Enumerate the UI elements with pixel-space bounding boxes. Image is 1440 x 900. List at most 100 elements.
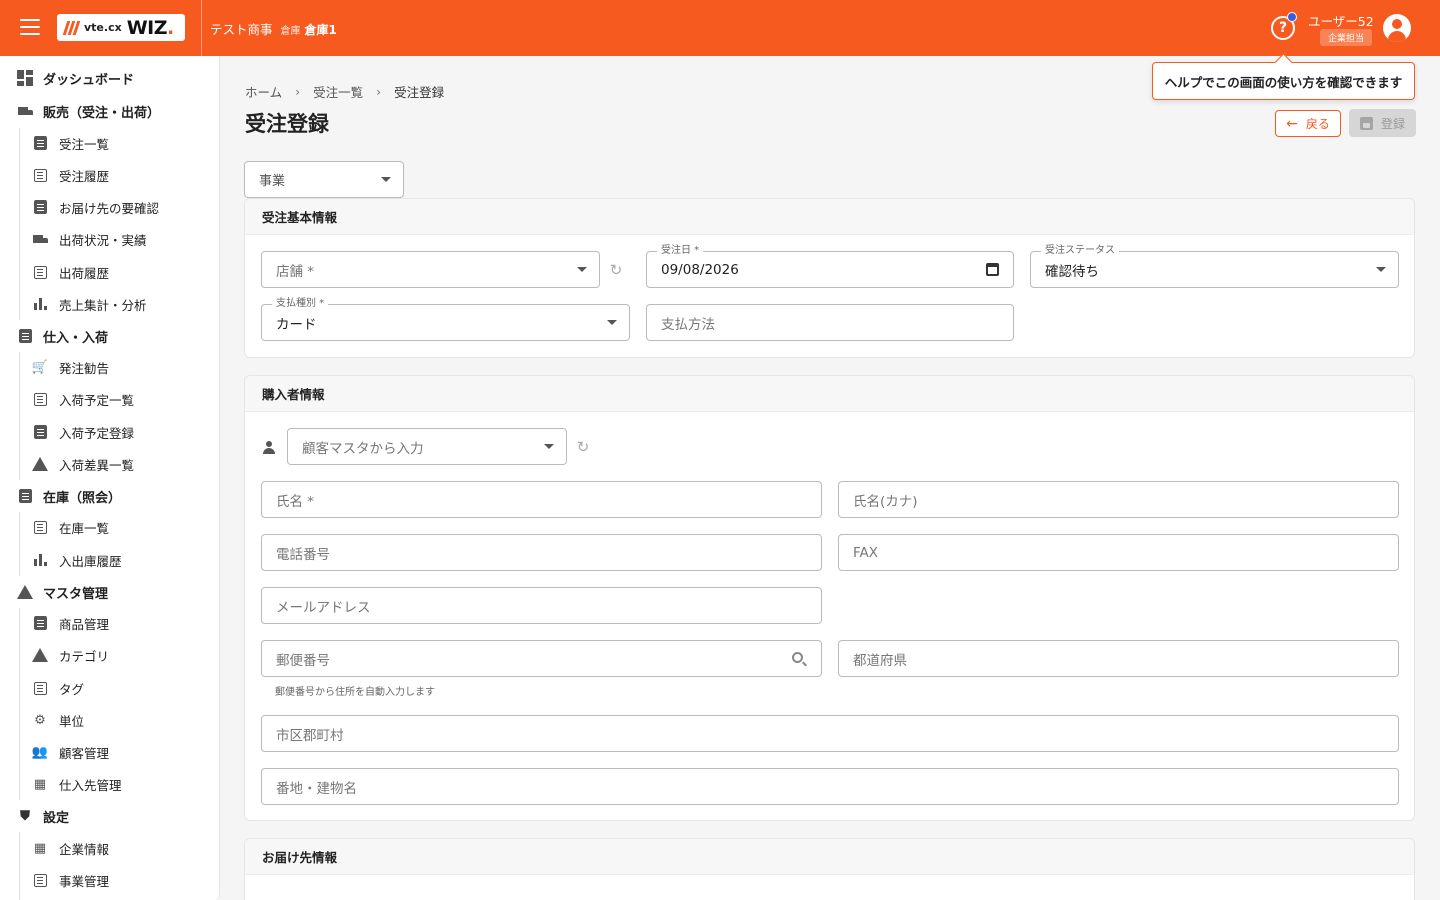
city-input[interactable]: 市区郡町村 xyxy=(261,715,1399,752)
list-icon xyxy=(32,872,48,888)
fax-input[interactable]: FAX xyxy=(838,534,1399,571)
sidebar-item-units[interactable]: ⚙ 単位 xyxy=(0,706,219,734)
sidebar-item-delivery-check[interactable]: お届け先の要確認 xyxy=(0,193,219,221)
name-input[interactable]: 氏名 * xyxy=(261,481,822,518)
menu-icon[interactable] xyxy=(20,19,40,37)
delivery-info-card: お届け先情報 xyxy=(244,838,1415,900)
payment-method-input[interactable]: 支払方法 xyxy=(646,304,1014,341)
user-name: ユーザー52 xyxy=(1308,14,1374,29)
calendar-icon[interactable] xyxy=(986,263,999,276)
section-title: 購入者情報 xyxy=(245,376,1414,412)
sidebar-item-company-info[interactable]: ▦ 企業情報 xyxy=(0,834,219,862)
sidebar-item-order-recommend[interactable]: 🛒 発注勧告 xyxy=(0,353,219,381)
breadcrumb-order-list[interactable]: 受注一覧 xyxy=(313,82,363,101)
store-select[interactable]: 店舗 * xyxy=(261,251,600,288)
address-input[interactable]: 番地・建物名 xyxy=(261,768,1399,805)
truck-icon xyxy=(32,231,48,247)
prefecture-input[interactable]: 都道府県 xyxy=(838,640,1399,677)
breadcrumb-current: 受注登録 xyxy=(394,85,445,100)
breadcrumb-separator: › xyxy=(295,84,301,99)
business-select[interactable]: 事業 xyxy=(244,161,404,198)
cart-icon: 🛒 xyxy=(31,359,49,375)
sidebar-item-shipping-history[interactable]: 出荷履歴 xyxy=(0,258,219,286)
clipboard-icon xyxy=(32,424,48,440)
checklist-icon xyxy=(32,199,48,215)
page-title: 受注登録 xyxy=(245,112,329,136)
customer-master-select[interactable]: 顧客マスタから入力 xyxy=(287,428,567,465)
sidebar-item-shipping-status[interactable]: 出荷状況・実績 xyxy=(0,225,219,253)
chevron-down-icon xyxy=(607,320,617,325)
sidebar-item-products[interactable]: 商品管理 xyxy=(0,609,219,637)
breadcrumb-home[interactable]: ホーム xyxy=(245,82,282,101)
sidebar-group-inventory[interactable]: 在庫（照会） xyxy=(0,482,219,510)
sidebar-group-settings[interactable]: ⛊ 設定 xyxy=(0,802,219,830)
truck-icon xyxy=(17,103,33,119)
account-avatar-icon[interactable] xyxy=(1383,14,1411,42)
warehouse-name: 倉庫1 xyxy=(304,23,337,37)
sidebar-item-sales-analysis[interactable]: 売上集計・分析 xyxy=(0,290,219,318)
building-icon: ▦ xyxy=(33,840,47,856)
sidebar-item-tags[interactable]: タグ xyxy=(0,674,219,702)
sidebar-item-customers[interactable]: 👥 顧客管理 xyxy=(0,738,219,766)
list-icon xyxy=(32,391,48,407)
refresh-icon[interactable]: ↻ xyxy=(608,261,624,279)
phone-input[interactable]: 電話番号 xyxy=(261,534,822,571)
sidebar: ダッシュボード 販売（受注・出荷） 受注一覧 受注履歴 お届け先の要確認 出荷状… xyxy=(0,56,220,900)
zip-helper-text: 郵便番号から住所を自動入力します xyxy=(275,687,435,698)
sidebar-group-master[interactable]: マスタ管理 xyxy=(0,578,219,606)
sidebar-item-category[interactable]: カテゴリ xyxy=(0,641,219,669)
sidebar-item-business-management[interactable]: 事業管理 xyxy=(0,866,219,894)
register-button[interactable]: 登録 xyxy=(1349,109,1416,137)
user-role-badge: 企業担当 xyxy=(1320,29,1373,46)
order-date-input[interactable]: 受注日 * 09/08/2026 xyxy=(646,245,1014,288)
email-input[interactable]: メールアドレス xyxy=(261,587,822,624)
refresh-icon[interactable]: ↻ xyxy=(575,438,591,456)
breadcrumb-separator: › xyxy=(376,84,382,99)
sidebar-item-arrival-list[interactable]: 入荷予定一覧 xyxy=(0,385,219,413)
help-notification-dot xyxy=(1287,12,1297,22)
order-status-select[interactable]: 受注ステータス 確認待ち xyxy=(1030,245,1399,288)
sidebar-item-arrival-diff[interactable]: 入荷差異一覧 xyxy=(0,450,219,478)
sidebar-group-purchase[interactable]: 仕入・入荷 xyxy=(0,322,219,350)
warehouse-label: 倉庫 xyxy=(280,26,301,37)
arrow-left-icon: ← xyxy=(1286,115,1298,132)
help-tooltip: ヘルプでこの画面の使い方を確認できます xyxy=(1152,62,1415,100)
search-icon[interactable] xyxy=(792,652,803,663)
breadcrumb: ホーム › 受注一覧 › 受注登録 xyxy=(245,82,444,101)
sidebar-item-inventory-list[interactable]: 在庫一覧 xyxy=(0,513,219,541)
section-title: お届け先情報 xyxy=(245,839,1414,875)
chevron-down-icon xyxy=(1376,267,1386,272)
sidebar-item-suppliers[interactable]: ▦ 仕入先管理 xyxy=(0,770,219,798)
list-icon xyxy=(32,167,48,183)
sidebar-item-dashboard[interactable]: ダッシュボード xyxy=(0,64,219,92)
sidebar-group-sales[interactable]: 販売（受注・出荷） xyxy=(0,97,219,125)
sidebar-item-stock-history[interactable]: 入出庫履歴 xyxy=(0,546,219,574)
bar-chart-icon xyxy=(32,552,48,568)
chevron-down-icon xyxy=(381,177,391,182)
app-logo[interactable]: vte.cx WIZ. xyxy=(57,14,185,41)
back-button[interactable]: ← 戻る xyxy=(1275,110,1341,137)
payment-type-select[interactable]: 支払種別 * カード xyxy=(261,298,630,341)
header-divider xyxy=(201,0,202,56)
dashboard-icon xyxy=(17,70,33,86)
inbox-icon xyxy=(17,328,33,344)
sidebar-item-arrival-register[interactable]: 入荷予定登録 xyxy=(0,418,219,446)
archive-icon xyxy=(32,615,48,631)
name-kana-input[interactable]: 氏名(カナ) xyxy=(838,481,1399,518)
shapes-icon xyxy=(32,647,48,663)
warning-icon xyxy=(32,456,48,472)
people-icon: 👥 xyxy=(31,744,49,760)
shapes-icon xyxy=(17,584,33,600)
archive-icon xyxy=(17,488,33,504)
save-icon xyxy=(1359,116,1373,130)
gear-icon: ⚙ xyxy=(34,712,46,728)
logo-wiz-text: WIZ. xyxy=(126,16,175,39)
logo-mark-icon xyxy=(62,20,81,35)
zip-code-input[interactable]: 郵便番号 xyxy=(261,640,822,677)
sidebar-item-order-list[interactable]: 受注一覧 xyxy=(0,129,219,157)
person-icon xyxy=(262,440,276,454)
chevron-down-icon xyxy=(544,444,554,449)
section-title: 受注基本情報 xyxy=(245,199,1414,235)
bar-chart-icon xyxy=(32,296,48,312)
sidebar-item-order-history[interactable]: 受注履歴 xyxy=(0,161,219,189)
